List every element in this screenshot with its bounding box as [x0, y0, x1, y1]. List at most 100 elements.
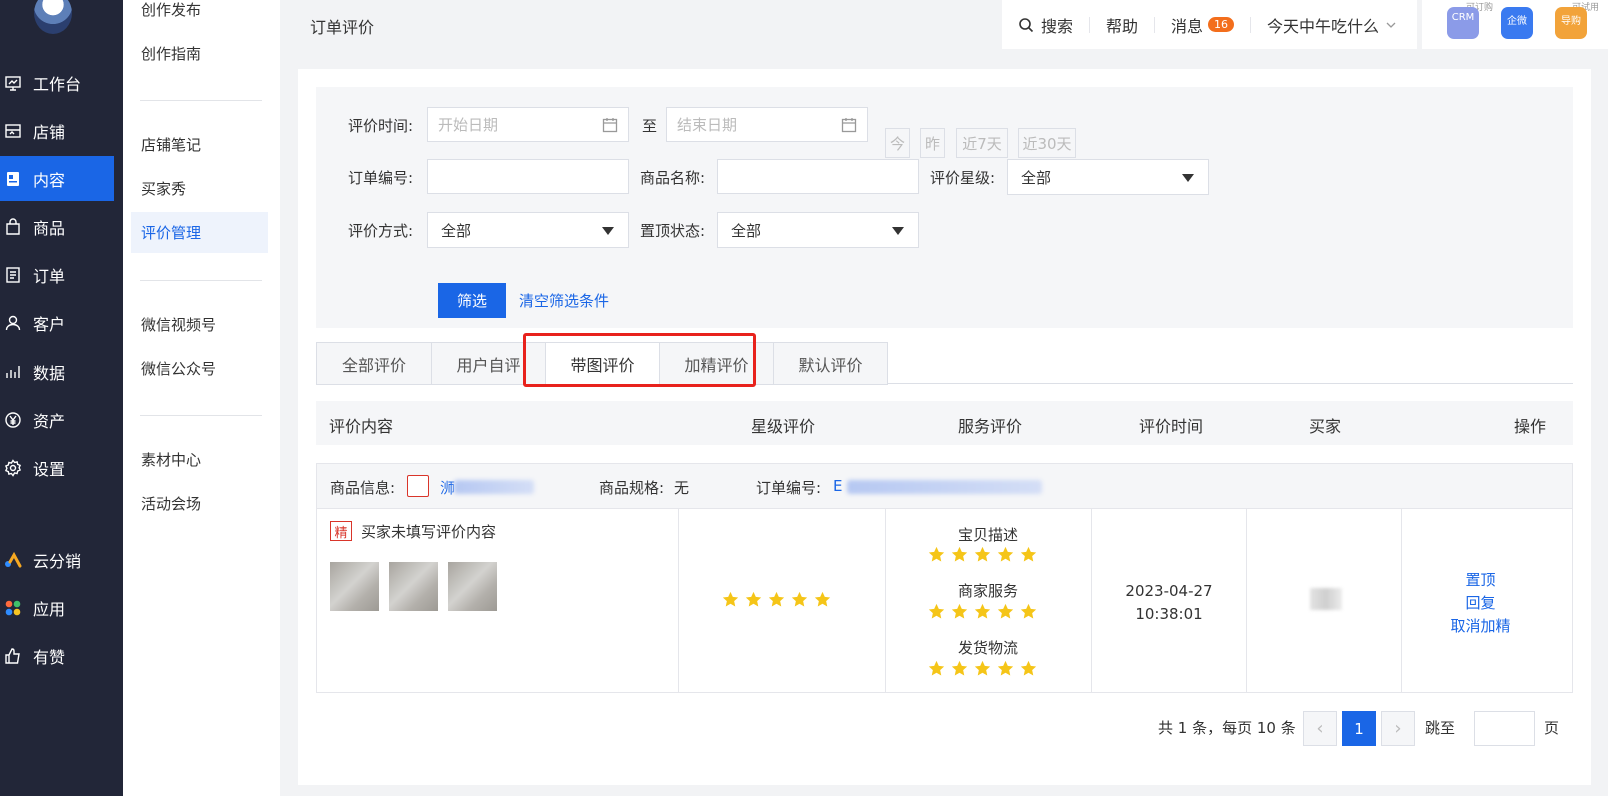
page-suffix-label: 页	[1544, 719, 1560, 737]
buyer-avatar[interactable]	[1310, 588, 1342, 610]
nav-item-assets[interactable]: 资产	[0, 397, 114, 442]
top-bar: 订单评价 搜索 帮助 消息 16 今天中午吃什么 可订购 CRM 企微 可试用 …	[280, 0, 1608, 49]
messages-button[interactable]: 消息 16	[1155, 16, 1252, 36]
annotation-highlight	[523, 333, 756, 387]
product-name-input[interactable]	[717, 159, 919, 194]
app-label: CRM	[1451, 12, 1475, 23]
nav-item-content[interactable]: 内容	[0, 156, 114, 201]
subnav-item-wechat-official[interactable]: 微信公众号	[131, 348, 268, 389]
jump-page-input[interactable]	[1474, 711, 1535, 746]
star-icon	[791, 591, 808, 607]
star-icon	[1020, 660, 1037, 676]
quick-today-button[interactable]: 今	[885, 128, 910, 158]
service-stars-merchant	[928, 603, 1037, 620]
search-label: 搜索	[1041, 16, 1074, 36]
subnav-item-create-guide[interactable]: 创作指南	[131, 33, 268, 74]
store-name: 今天中午吃什么	[1267, 16, 1380, 36]
caret-down-icon	[602, 227, 614, 235]
help-link[interactable]: 帮助	[1090, 16, 1156, 36]
tab-default-reviews[interactable]: 默认评价	[773, 342, 888, 385]
end-date-input[interactable]: 结束日期	[666, 107, 868, 142]
subnav-item-material-center[interactable]: 素材中心	[131, 439, 268, 480]
quick-7days-button[interactable]: 近7天	[956, 128, 1008, 158]
nav-item-settings[interactable]: 设置	[0, 445, 114, 490]
dashboard-icon	[4, 74, 22, 92]
message-count-badge: 16	[1208, 17, 1235, 32]
store-switcher[interactable]: 今天中午吃什么	[1251, 17, 1413, 36]
star-icon	[722, 591, 739, 607]
col-review-time: 评价时间	[1139, 417, 1204, 436]
prev-page-button[interactable]: ‹	[1303, 711, 1337, 746]
product-spec-label: 商品规格:	[599, 479, 665, 497]
review-photo[interactable]	[448, 562, 497, 611]
quick-30days-button[interactable]: 近30天	[1018, 128, 1076, 158]
col-service-rating: 服务评价	[958, 417, 1023, 436]
subnav-item-review-management[interactable]: 评价管理	[131, 212, 268, 253]
star-icon	[1020, 603, 1037, 619]
page-button-current[interactable]: 1	[1342, 711, 1376, 746]
nav-item-data[interactable]: 数据	[0, 349, 114, 394]
nav-item-dashboard[interactable]: 工作台	[0, 60, 114, 105]
product-spec-value: 无	[674, 479, 690, 497]
nav-item-distribution[interactable]: 云分销	[0, 537, 114, 582]
order-no-input[interactable]	[427, 159, 629, 194]
nav-item-apps[interactable]: 应用	[0, 585, 114, 630]
divider	[140, 415, 262, 416]
order-info-bar: 商品信息: 浉 商品规格: 无 订单编号: E	[317, 464, 1572, 509]
yen-icon	[4, 411, 22, 429]
subnav-item-shop-notes[interactable]: 店铺笔记	[131, 124, 268, 165]
nav-item-customers[interactable]: 客户	[0, 300, 114, 345]
order-no-link[interactable]: E	[833, 477, 842, 495]
method-select[interactable]: 全部	[427, 212, 629, 248]
review-photo[interactable]	[330, 562, 379, 611]
order-no-label: 订单编号:	[348, 169, 414, 187]
star-rating	[722, 591, 831, 608]
pin-status-select[interactable]: 全部	[717, 212, 919, 248]
calendar-icon	[841, 118, 857, 133]
crm-app-button[interactable]: CRM	[1447, 7, 1479, 39]
clear-filters-link[interactable]: 清空筛选条件	[519, 290, 609, 311]
order-no-label: 订单编号:	[756, 479, 822, 497]
service-stars-description	[928, 546, 1037, 563]
filter-panel: 评价时间: 开始日期 至 结束日期 今 昨 近7天 近30天 订单编号: 商品名…	[316, 87, 1573, 328]
product-thumbnail[interactable]	[407, 475, 429, 497]
chevron-left-icon: ‹	[1316, 718, 1324, 739]
tab-all-reviews[interactable]: 全部评价	[316, 342, 431, 385]
filter-button[interactable]: 筛选	[438, 283, 506, 318]
star-icon	[814, 591, 831, 607]
nav-item-label: 数据	[33, 363, 66, 383]
star-icon	[928, 546, 945, 562]
subnav-item-buyer-show[interactable]: 买家秀	[131, 168, 268, 209]
review-photo[interactable]	[389, 562, 438, 611]
search-button[interactable]: 搜索	[1002, 16, 1091, 36]
nav-item-products[interactable]: 商品	[0, 204, 114, 249]
chevron-down-icon	[1386, 22, 1396, 28]
star-icon	[928, 660, 945, 676]
unfeature-link[interactable]: 取消加精	[1403, 615, 1558, 636]
subnav-item-wechat-channels[interactable]: 微信视频号	[131, 304, 268, 345]
quick-yesterday-button[interactable]: 昨	[920, 128, 945, 158]
col-review-content: 评价内容	[329, 417, 394, 436]
nav-item-label: 客户	[33, 314, 66, 334]
chart-icon	[4, 363, 22, 381]
start-date-input[interactable]: 开始日期	[427, 107, 629, 142]
nav-item-orders[interactable]: 订单	[0, 252, 114, 297]
nav-item-label: 订单	[33, 266, 66, 286]
table-header: 评价内容 星级评价 服务评价 评价时间 买家 操作	[316, 401, 1573, 445]
subnav-item-event-venue[interactable]: 活动会场	[131, 483, 268, 524]
nav-item-youzan[interactable]: 有赞	[0, 633, 114, 678]
product-name-link[interactable]: 浉	[440, 477, 455, 498]
nav-item-shop[interactable]: 店铺	[0, 108, 114, 153]
shop-avatar[interactable]	[34, 0, 72, 34]
col-actions: 操作	[1514, 417, 1547, 436]
nav-item-label: 资产	[33, 411, 66, 431]
subnav-item-create-post[interactable]: 创作发布	[131, 0, 268, 30]
guide-app-button[interactable]: 导购	[1555, 7, 1587, 39]
review-datetime: 2023-04-27 10:38:01	[1092, 580, 1246, 626]
reply-link[interactable]: 回复	[1403, 592, 1558, 613]
next-page-button[interactable]: ›	[1381, 711, 1415, 746]
pin-top-link[interactable]: 置顶	[1403, 569, 1558, 590]
table-row: 商品信息: 浉 商品规格: 无 订单编号: E 精 买家未填写评价内容 宝贝描述…	[316, 463, 1573, 693]
wecom-app-button[interactable]: 企微	[1501, 7, 1533, 39]
rating-select[interactable]: 全部	[1007, 159, 1209, 195]
